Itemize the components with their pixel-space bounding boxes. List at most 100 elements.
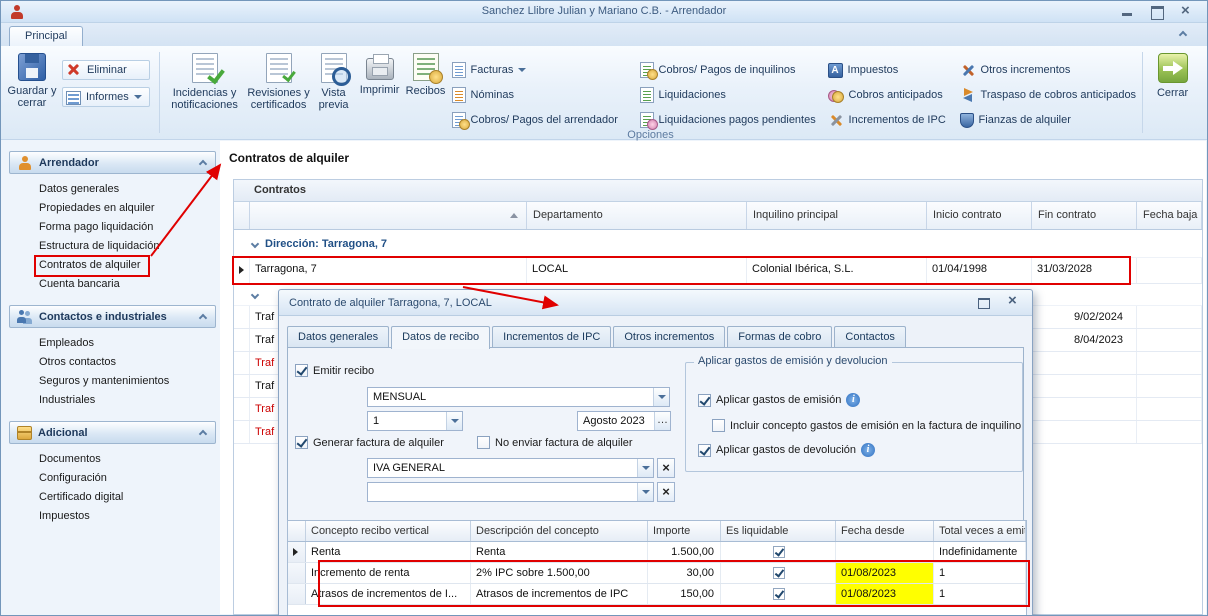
cobros-anticipados-button[interactable]: Cobros anticipados bbox=[828, 86, 954, 104]
tab-datos-de-recibo[interactable]: Datos de recibo bbox=[391, 326, 490, 349]
tab-incrementos-ipc[interactable]: Incrementos de IPC bbox=[492, 326, 611, 348]
sidebar-item-industriales[interactable]: Industriales bbox=[9, 391, 216, 410]
recibos-button[interactable]: Recibos bbox=[403, 48, 449, 97]
incluir-concepto-checkbox[interactable]: Incluir concepto gastos de emisión en la… bbox=[712, 419, 1021, 432]
cobros-inquilinos-button[interactable]: Cobros/ Pagos de inquilinos bbox=[640, 61, 822, 79]
gastos-devolucion-checkbox[interactable]: Aplicar gastos de devolución bbox=[698, 443, 875, 457]
dialog-restore-icon[interactable] bbox=[974, 295, 992, 310]
column-header-direccion[interactable] bbox=[250, 202, 527, 229]
emitir-recibo-checkbox[interactable]: Emitir recibo bbox=[295, 364, 374, 377]
delete-button[interactable]: Eliminar bbox=[62, 60, 150, 80]
column-header-fin[interactable]: Fin contrato bbox=[1032, 202, 1137, 229]
cobros-arrendador-button[interactable]: Cobros/ Pagos del arrendador bbox=[452, 111, 634, 129]
dialog-close-icon[interactable] bbox=[1004, 295, 1022, 310]
sidebar-item-impuestos[interactable]: Impuestos bbox=[9, 507, 216, 526]
sidebar-item-certificado[interactable]: Certificado digital bbox=[9, 488, 216, 507]
info-icon[interactable] bbox=[846, 393, 860, 407]
tab-formas-de-cobro[interactable]: Formas de cobro bbox=[727, 326, 832, 348]
generar-factura-checkbox[interactable]: Generar factura de alquiler bbox=[295, 436, 444, 449]
sidebar-item-estructura[interactable]: Estructura de liquidación bbox=[9, 237, 216, 256]
minimize-icon[interactable] bbox=[1117, 4, 1137, 19]
exit-icon bbox=[1158, 53, 1188, 83]
sidebar-item-documentos[interactable]: Documentos bbox=[9, 450, 216, 469]
liquidaciones-pendientes-button[interactable]: Liquidaciones pagos pendientes bbox=[640, 111, 822, 129]
checkbox bbox=[773, 588, 785, 600]
liquidable-cell[interactable] bbox=[721, 542, 836, 562]
ellipsis-icon[interactable] bbox=[654, 412, 670, 430]
table-row-tarragona[interactable]: Tarragona, 7 LOCAL Colonial Ibérica, S.L… bbox=[234, 258, 1202, 284]
vista-previa-button[interactable]: Vista previa bbox=[311, 48, 357, 111]
tab-datos-generales[interactable]: Datos generales bbox=[287, 326, 389, 348]
chevron-down-icon[interactable] bbox=[637, 459, 653, 477]
sidebar-group-arrendador[interactable]: Arrendador bbox=[9, 151, 216, 174]
tab-principal[interactable]: Principal bbox=[9, 26, 83, 46]
dia-emision-select[interactable]: 1 bbox=[367, 411, 463, 431]
traspaso-icon bbox=[960, 87, 976, 103]
sidebar-item-contratos-alquiler[interactable]: Contratos de alquiler bbox=[9, 256, 216, 275]
column-header-concepto[interactable]: Concepto recibo vertical bbox=[306, 521, 471, 541]
clear-iva-icon[interactable] bbox=[657, 458, 675, 478]
save-close-button[interactable]: Guardar y cerrar bbox=[5, 48, 59, 109]
clear-irpf-icon[interactable] bbox=[657, 482, 675, 502]
sidebar-item-forma-pago[interactable]: Forma pago liquidación bbox=[9, 218, 216, 237]
sidebar-item-empleados[interactable]: Empleados bbox=[9, 334, 216, 353]
otros-incrementos-button[interactable]: Otros incrementos bbox=[960, 61, 1136, 79]
concepto-row-incremento[interactable]: Incremento de renta 2% IPC sobre 1.500,0… bbox=[288, 563, 1026, 584]
sidebar-item-datos-generales[interactable]: Datos generales bbox=[9, 180, 216, 199]
chevron-down-icon[interactable] bbox=[446, 412, 462, 430]
traspaso-button[interactable]: Traspaso de cobros anticipados bbox=[960, 86, 1136, 104]
imprimir-button[interactable]: Imprimir bbox=[357, 48, 403, 96]
chevron-down-icon[interactable] bbox=[637, 483, 653, 501]
column-header-inicio[interactable]: Inicio contrato bbox=[927, 202, 1032, 229]
column-header-departamento[interactable]: Departamento bbox=[527, 202, 747, 229]
sidebar-item-configuracion[interactable]: Configuración bbox=[9, 469, 216, 488]
tipo-iva-select[interactable]: IVA GENERAL bbox=[367, 458, 654, 478]
tab-contactos[interactable]: Contactos bbox=[834, 326, 906, 348]
cerrar-button[interactable]: Cerrar bbox=[1146, 48, 1200, 99]
sidebar-item-cuenta-bancaria[interactable]: Cuenta bancaria bbox=[9, 275, 216, 294]
fecha-desde-highlighted-cell[interactable]: 01/08/2023 bbox=[836, 563, 934, 583]
liquidaciones-button[interactable]: Liquidaciones bbox=[640, 86, 822, 104]
group-row-tarragona[interactable]: Dirección: Tarragona, 7 bbox=[234, 230, 1202, 258]
concepto-row-renta[interactable]: Renta Renta 1.500,00 Indefinidamente bbox=[288, 542, 1026, 563]
sidebar-item-propiedades[interactable]: Propiedades en alquiler bbox=[9, 199, 216, 218]
no-enviar-factura-checkbox[interactable]: No enviar factura de alquiler bbox=[477, 436, 633, 449]
sidebar-item-otros-contactos[interactable]: Otros contactos bbox=[9, 353, 216, 372]
close-icon[interactable] bbox=[1177, 4, 1197, 19]
liquidable-cell[interactable] bbox=[721, 563, 836, 583]
nominas-button[interactable]: Nóminas bbox=[452, 86, 634, 104]
column-header-importe[interactable]: Importe bbox=[648, 521, 721, 541]
column-header-fecha-desde[interactable]: Fecha desde bbox=[836, 521, 934, 541]
impuestos-button[interactable]: Impuestos bbox=[828, 61, 954, 79]
window-title: Sanchez Llibre Julian y Mariano C.B. - A… bbox=[1, 5, 1207, 17]
facturas-button[interactable]: Facturas bbox=[452, 61, 634, 79]
periodicidad-select[interactable]: MENSUAL bbox=[367, 387, 670, 407]
column-header-total-veces[interactable]: Total veces a emit... bbox=[934, 521, 1026, 541]
ultima-emision-field[interactable]: Agosto 2023 bbox=[577, 411, 671, 431]
column-header-liquidable[interactable]: Es liquidable bbox=[721, 521, 836, 541]
tab-otros-incrementos[interactable]: Otros incrementos bbox=[613, 326, 725, 348]
liquidable-cell[interactable] bbox=[721, 584, 836, 604]
fianzas-button[interactable]: Fianzas de alquiler bbox=[960, 111, 1136, 129]
fecha-desde-highlighted-cell[interactable]: 01/08/2023 bbox=[836, 584, 934, 604]
column-header-inquilino[interactable]: Inquilino principal bbox=[747, 202, 927, 229]
checkbox bbox=[477, 436, 490, 449]
chevron-down-icon[interactable] bbox=[653, 388, 669, 406]
incrementos-ipc-icon bbox=[828, 112, 844, 128]
sidebar-group-adicional[interactable]: Adicional bbox=[9, 421, 216, 444]
incrementos-ipc-button[interactable]: Incrementos de IPC bbox=[828, 111, 954, 129]
column-header-descripcion[interactable]: Descripción del concepto bbox=[471, 521, 648, 541]
sidebar-item-seguros[interactable]: Seguros y mantenimientos bbox=[9, 372, 216, 391]
informes-button[interactable]: Informes bbox=[62, 87, 150, 107]
column-header-fecha-baja[interactable]: Fecha baja bbox=[1137, 202, 1202, 229]
tipo-irpf-select[interactable] bbox=[367, 482, 654, 502]
gastos-emision-checkbox[interactable]: Aplicar gastos de emisión bbox=[698, 393, 860, 407]
info-icon[interactable] bbox=[861, 443, 875, 457]
incidencias-button[interactable]: Incidencias y notificaciones bbox=[163, 48, 247, 111]
maximize-icon[interactable] bbox=[1147, 4, 1167, 19]
sidebar-group-contactos[interactable]: Contactos e industriales bbox=[9, 305, 216, 328]
concepto-row-atrasos[interactable]: Atrasos de incrementos de I... Atrasos d… bbox=[288, 584, 1026, 605]
ribbon-collapse-button[interactable] bbox=[1173, 29, 1193, 43]
reports-icon bbox=[66, 91, 81, 105]
revisiones-button[interactable]: Revisiones y certificados bbox=[247, 48, 311, 111]
